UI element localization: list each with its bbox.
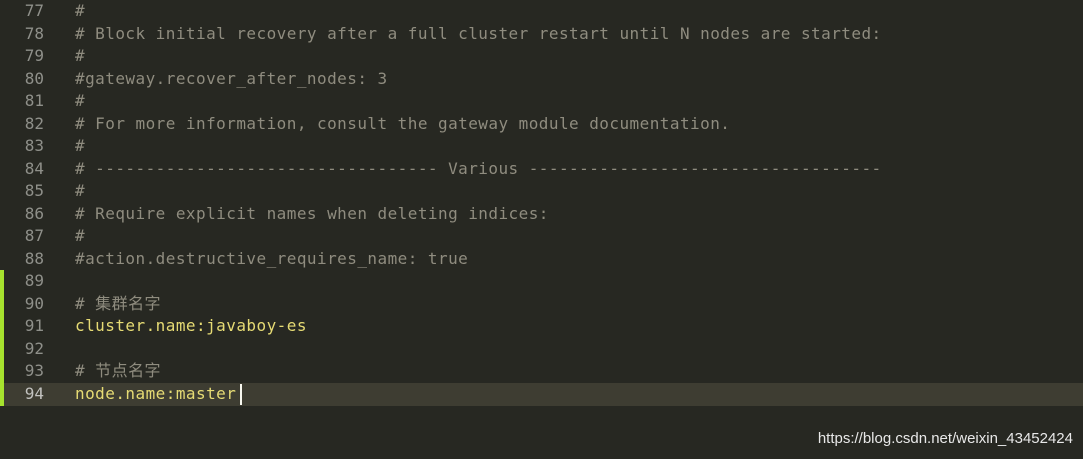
line-gutter: 79 [0,45,66,68]
line-number: 88 [24,248,44,268]
line-number: 84 [24,158,44,178]
code-line[interactable]: 92 [0,337,1083,360]
line-number: 83 [24,136,44,155]
text-cursor [240,384,242,405]
comment-text[interactable]: # For more information, consult the gate… [75,113,730,136]
comment-text[interactable]: # ---------------------------------- Var… [75,158,882,181]
code-line[interactable]: 77 # [0,0,1083,23]
comment-text[interactable]: #action.destructive_requires_name: true [75,248,468,271]
code-line[interactable]: 87 # [0,225,1083,248]
code-line[interactable]: 90 # 集群名字 [0,292,1083,316]
yaml-setting-text[interactable]: node.name:master [75,383,236,406]
line-number: 94 [24,384,44,403]
code-line[interactable]: 91 cluster.name:javaboy-es [0,315,1083,338]
line-gutter: 82 [0,112,66,135]
line-gutter: 94 [0,383,66,406]
yaml-setting-text[interactable]: cluster.name:javaboy-es [75,315,307,338]
comment-text[interactable]: #gateway.recover_after_nodes: 3 [75,68,388,91]
line-number: 77 [24,1,44,20]
line-gutter: 78 [0,22,66,45]
comment-text[interactable]: # [75,0,85,23]
comment-text[interactable]: # [75,180,85,203]
code-line[interactable]: 88 #action.destructive_requires_name: tr… [0,247,1083,271]
line-number: 78 [24,23,44,43]
line-number: 79 [24,46,44,65]
line-gutter: 92 [0,337,66,360]
line-gutter: 87 [0,225,66,248]
line-number: 85 [24,181,44,200]
current-code-line[interactable]: 94 node.name:master [0,383,1083,406]
line-gutter: 91 [0,315,66,338]
line-gutter: 88 [0,247,66,270]
line-number: 80 [24,68,44,88]
code-line[interactable]: 79 # [0,45,1083,68]
comment-text[interactable]: # Require explicit names when deleting i… [75,203,549,226]
line-number: 93 [24,361,44,380]
line-gutter: 80 [0,67,66,90]
comment-text[interactable]: # [75,45,85,68]
line-number: 92 [24,338,44,358]
line-number: 91 [24,316,44,335]
line-gutter: 83 [0,135,66,158]
line-gutter: 90 [0,292,66,315]
comment-text[interactable]: # [75,90,85,113]
comment-text[interactable]: # 集群名字 [75,293,161,316]
line-gutter: 84 [0,157,66,180]
comment-text[interactable]: # 节点名字 [75,360,161,383]
line-number: 89 [24,271,44,290]
code-editor[interactable]: 77 # 78 # Block initial recovery after a… [0,0,1083,459]
line-gutter: 77 [0,0,66,23]
line-gutter: 86 [0,202,66,225]
line-gutter: 85 [0,180,66,203]
code-line[interactable]: 86 # Require explicit names when deletin… [0,202,1083,226]
line-number: 86 [24,203,44,223]
line-gutter: 89 [0,270,66,293]
code-line[interactable]: 83 # [0,135,1083,158]
code-line[interactable]: 84 # ---------------------------------- … [0,157,1083,181]
comment-text[interactable]: # [75,135,85,158]
line-number: 82 [24,113,44,133]
line-gutter: 81 [0,90,66,113]
line-number: 90 [24,293,44,313]
line-gutter: 93 [0,360,66,383]
comment-text[interactable]: # Block initial recovery after a full cl… [75,23,882,46]
code-line[interactable]: 78 # Block initial recovery after a full… [0,22,1083,46]
code-line[interactable]: 89 [0,270,1083,293]
code-line[interactable]: 80 #gateway.recover_after_nodes: 3 [0,67,1083,91]
comment-text[interactable]: # [75,225,85,248]
code-line[interactable]: 85 # [0,180,1083,203]
watermark: https://blog.csdn.net/weixin_43452424 [817,430,1073,447]
code-line[interactable]: 93 # 节点名字 [0,360,1083,383]
line-number: 87 [24,226,44,245]
code-line[interactable]: 81 # [0,90,1083,113]
code-line[interactable]: 82 # For more information, consult the g… [0,112,1083,136]
line-number: 81 [24,91,44,110]
